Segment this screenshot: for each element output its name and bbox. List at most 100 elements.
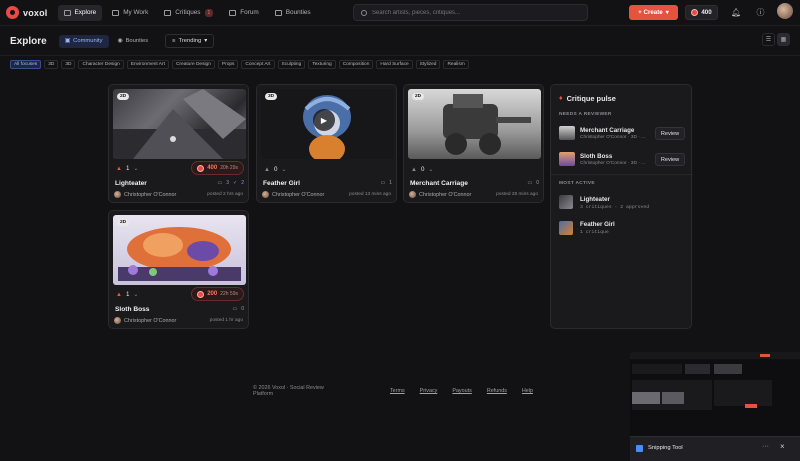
help-icon[interactable]: ⓘ [756,8,765,17]
bounty-badge[interactable]: 400 20h 29s [191,161,244,175]
grid-view-icon[interactable]: ▦ [777,33,790,46]
vote-control: ▲ 1 ⌄ [116,291,138,298]
list-view-icon[interactable]: ☰ [762,33,775,46]
author[interactable]: Christopher O'Connor [409,191,471,198]
item-title[interactable]: Sloth Boss [580,153,612,160]
filter-chip[interactable]: Creature Design [171,60,215,69]
nav-critiques[interactable]: Critiques 1 [158,5,219,21]
avatar [262,191,269,198]
footer-link[interactable]: Help [522,388,533,394]
section-label: MOST ACTIVE [559,181,595,186]
view-toggle: ☰ ▦ [762,33,790,46]
sort-dropdown[interactable]: ≡ Trending ▾ [165,34,215,48]
artwork-thumbnail[interactable] [559,195,573,209]
nav-my-work[interactable]: My Work [106,5,154,21]
page-title: Explore [10,35,47,47]
downvote-icon[interactable]: ⌄ [428,166,433,173]
filter-chip[interactable]: Character Design [78,60,124,69]
filter-chip[interactable]: Composition [338,60,374,69]
nav-forum[interactable]: Forum [223,5,264,21]
close-icon[interactable]: × [780,442,785,451]
artwork-title[interactable]: Merchant Carriage [410,180,468,187]
filter-chip[interactable]: Realism [443,60,469,69]
upvote-icon[interactable]: ▲ [264,167,270,173]
dimension-badge: 2D [117,93,130,100]
upvote-icon[interactable]: ▲ [411,167,417,173]
artwork-card[interactable]: 2D ▲ 0 ⌄ Merchant Carriage ▭ 0 Christoph… [403,84,544,203]
artwork-thumbnail[interactable] [559,152,575,166]
upvote-icon[interactable]: ▲ [116,292,122,298]
author[interactable]: Christopher O'Connor [114,317,176,324]
coin-icon [691,9,699,16]
footer-link[interactable]: Terms [390,388,405,394]
play-icon[interactable]: ▶ [313,109,335,131]
tab-community[interactable]: ▣ Community [58,34,109,48]
create-button[interactable]: + Create ▾ [629,5,678,20]
artwork-title[interactable]: Feather Girl [263,180,300,187]
item-title[interactable]: Lighteater [580,196,610,203]
filter-chip[interactable]: Environment Art [126,60,169,69]
vote-control: ▲ 1 ⌄ [116,165,138,172]
author-name: Christopher O'Connor [124,191,177,198]
snipping-tool-toast[interactable]: Snipping Tool ··· × [630,352,800,461]
artwork-thumbnail[interactable] [113,89,246,159]
nav-explore[interactable]: Explore [57,4,103,21]
artwork-thumbnail[interactable] [113,215,246,285]
snipping-tool-bar: Snipping Tool ··· × [630,436,800,461]
filter-chip[interactable]: Props [217,60,239,69]
item-subtitle: 1 critique [580,230,609,235]
artwork-thumbnail[interactable] [559,221,573,235]
downvote-icon[interactable]: ⌄ [133,165,138,172]
filter-chip[interactable]: 3D [44,60,59,69]
filter-chip[interactable]: 3D [61,60,76,69]
pulse-title-text: Critique pulse [566,94,616,103]
dimension-badge: 2D [117,219,130,226]
chevron-down-icon: ▾ [665,9,669,16]
artwork-thumbnail[interactable] [408,89,541,159]
filter-chip[interactable]: All focuses [10,60,42,69]
thumbnail-art [443,94,531,155]
artwork-card[interactable]: 2D ▲ 1 ⌄ 200 22h 59s Sloth Boss ▭ 0 Chri… [108,210,249,329]
preview-art [630,352,800,410]
screenshot-preview[interactable] [630,352,800,436]
search-input[interactable] [372,9,572,16]
user-avatar[interactable] [777,3,793,19]
tab-bounties[interactable]: ◉ Bounties [112,35,155,48]
vote-count: 0 [273,166,278,173]
footer-link[interactable]: Payouts [452,388,471,394]
artwork-title[interactable]: Sloth Boss [115,306,149,313]
item-title[interactable]: Feather Girl [580,221,615,228]
artwork-card[interactable]: ▶ 3D ▲ 0 ⌄ Feather Girl ▭ 1 Christopher … [256,84,397,203]
critique-count: 3 [226,180,230,186]
footer: © 2026 Voxol · Social Review Platform Te… [253,385,548,397]
review-button[interactable]: Review [655,153,685,166]
bounties-icon: ◉ [117,38,123,44]
filter-chip[interactable]: Texturing [308,60,336,69]
artwork-title[interactable]: Lighteater [115,180,147,187]
review-button[interactable]: Review [655,127,685,140]
upvote-icon[interactable]: ▲ [116,166,122,172]
sort-icon: ≡ [172,38,176,44]
author[interactable]: Christopher O'Connor [114,191,176,198]
bell-icon[interactable]: 🔔︎ [731,8,741,17]
downvote-icon[interactable]: ⌄ [281,166,286,173]
nav-bounties[interactable]: Bounties [269,5,317,21]
snipping-tool-icon [636,445,643,452]
logo[interactable]: voxol [6,6,48,19]
downvote-icon[interactable]: ⌄ [133,291,138,298]
filter-chip[interactable]: Hard Surface [376,60,413,69]
posted-time: posted 13 mins ago [349,192,391,197]
filter-chip[interactable]: Sculpting [277,60,306,69]
credits-button[interactable]: 400 [685,5,718,20]
filter-chip[interactable]: Concept Art [241,60,275,69]
vote-count: 1 [125,291,130,298]
artwork-card[interactable]: 2D ▲ 1 ⌄ 400 20h 29s Lighteater ▭ 3 ✓ 2 … [108,84,249,203]
footer-link[interactable]: Refunds [487,388,507,394]
author[interactable]: Christopher O'Connor [262,191,324,198]
filter-chip[interactable]: Stylized [415,60,441,69]
footer-link[interactable]: Privacy [420,388,438,394]
more-icon[interactable]: ··· [762,443,769,450]
bounty-badge[interactable]: 200 22h 59s [191,287,244,301]
artwork-thumbnail[interactable] [559,126,575,140]
item-title[interactable]: Merchant Carriage [580,127,634,134]
